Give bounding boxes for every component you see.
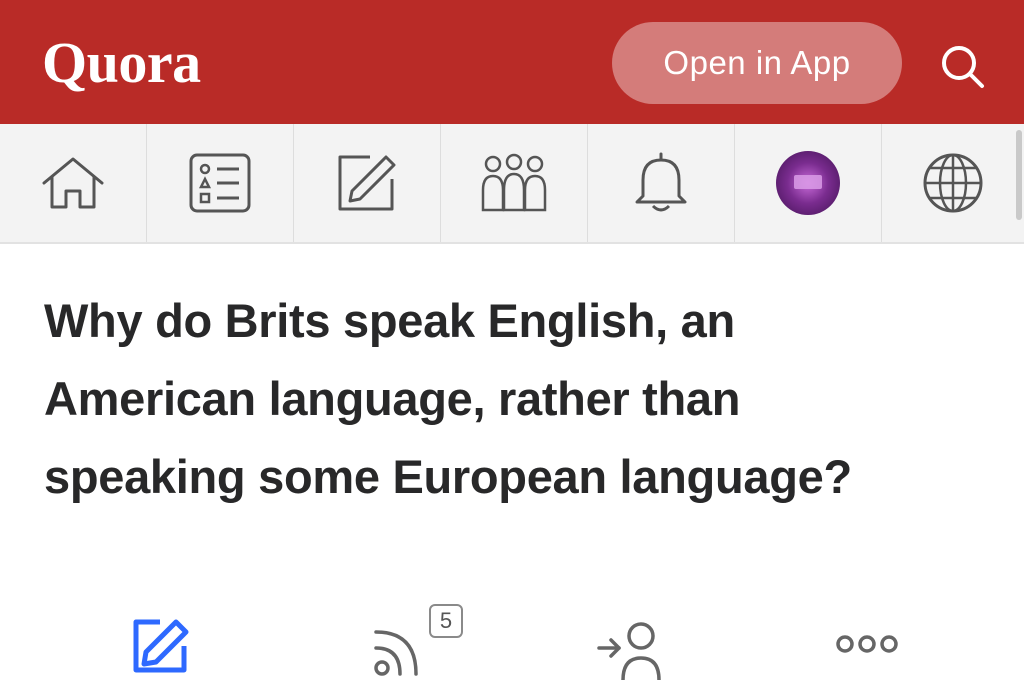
list-icon <box>189 153 251 213</box>
nav-item-language[interactable] <box>882 124 1024 242</box>
answer-button[interactable] <box>128 616 194 676</box>
avatar <box>776 151 840 215</box>
nav-bar <box>0 124 1024 244</box>
search-icon[interactable] <box>935 40 991 96</box>
bell-icon <box>635 152 687 212</box>
pencil-icon <box>338 155 396 211</box>
nav-item-write[interactable] <box>294 124 441 242</box>
more-icon[interactable] <box>835 632 899 656</box>
follow-count-badge: 5 <box>429 604 463 638</box>
home-icon <box>42 157 104 209</box>
nav-item-spaces[interactable] <box>441 124 588 242</box>
rss-icon[interactable] <box>370 620 430 680</box>
open-in-app-button[interactable]: Open in App <box>612 22 902 104</box>
people-icon <box>481 153 547 212</box>
nav-item-home[interactable] <box>0 124 147 242</box>
question-actions <box>0 612 1024 680</box>
add-person-icon[interactable] <box>595 618 665 680</box>
quora-logo[interactable]: Quora <box>42 28 201 98</box>
nav-item-notifications[interactable] <box>588 124 735 242</box>
nav-item-answer-list[interactable] <box>147 124 294 242</box>
globe-icon <box>923 153 983 213</box>
header-bar: Quora Open in App <box>0 0 1024 124</box>
scrollbar[interactable] <box>1016 130 1022 220</box>
nav-item-profile[interactable] <box>735 124 882 242</box>
question-title[interactable]: Why do Brits speak English, an American … <box>44 282 944 516</box>
